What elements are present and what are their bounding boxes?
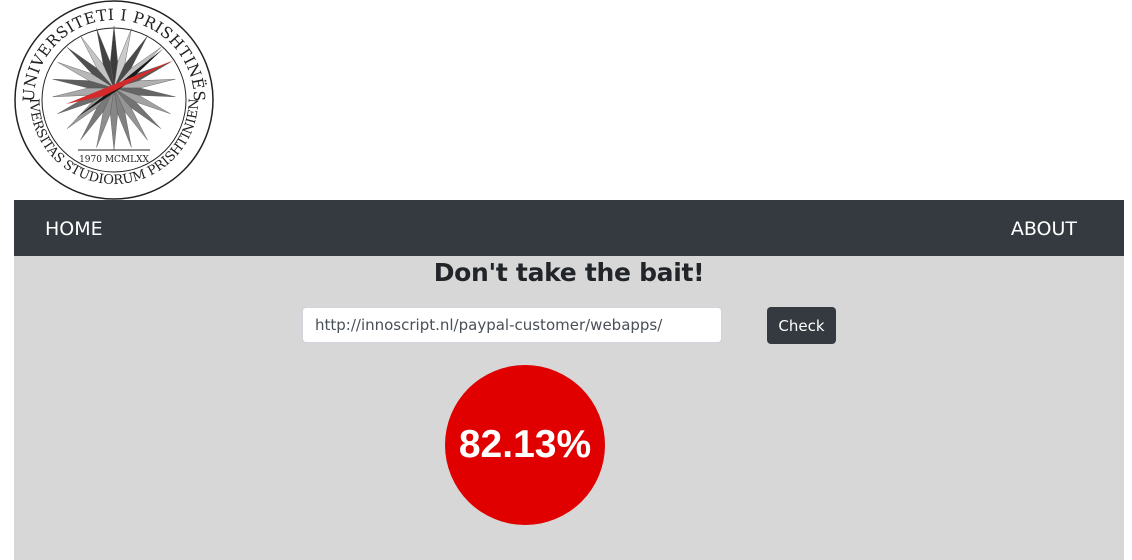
- url-input[interactable]: [302, 307, 722, 343]
- nav-about-link[interactable]: ABOUT: [1011, 200, 1077, 256]
- nav-home-link[interactable]: HOME: [45, 200, 103, 256]
- university-logo: UNIVERSITETI I PRISHTINËS UNIVERSITAS ST…: [12, 0, 216, 200]
- university-seal-icon: UNIVERSITETI I PRISHTINËS UNIVERSITAS ST…: [12, 0, 214, 200]
- navbar: HOME ABOUT: [14, 200, 1124, 256]
- check-button[interactable]: Check: [767, 307, 836, 344]
- page-title: Don't take the bait!: [433, 258, 705, 287]
- result-percentage: 82.13%: [458, 423, 592, 466]
- logo-year: 1970 MCMLXX: [79, 155, 149, 165]
- result-circle: 82.13%: [445, 365, 605, 525]
- main-content: Don't take the bait! Check 82.13%: [14, 256, 1124, 560]
